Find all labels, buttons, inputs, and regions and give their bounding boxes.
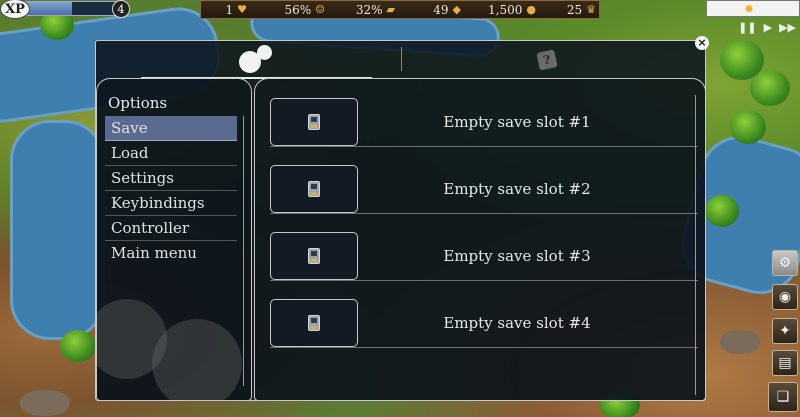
save-slot-label: Empty save slot #1 [443,112,591,131]
river [10,120,105,340]
options-menu: Options Save Load Settings Keybindings C… [96,78,252,401]
decorative-gear-icon [152,319,242,400]
save-slot-icon-button[interactable] [270,298,358,347]
menu-list: Save Load Settings Keybindings Controlle… [105,116,237,266]
rock [720,330,760,354]
fire-icon: ✦ [779,323,791,339]
scroll-icon: ▤ [778,355,792,371]
fire-button[interactable]: ✦ [772,318,798,344]
tree [750,70,790,106]
save-slots-panel: Empty save slot #1 Empty save slot #2 Em… [254,78,706,401]
world-icon: ◉ [778,289,792,305]
floppy-disk-icon [308,247,320,264]
menu-item-settings[interactable]: Settings [105,166,237,191]
day-time-indicator: ✹ [706,0,800,17]
map-gear-icon: ⚙ [778,255,792,271]
save-slot-icon-button[interactable] [270,164,358,213]
sun-icon: ✹ [744,2,755,16]
tree [730,110,766,144]
play-icon[interactable]: ▶ [764,21,772,34]
resource-crowns[interactable]: 25 ♛ [536,1,596,18]
book-button[interactable]: ❏ [768,382,798,412]
resource-food[interactable]: 32% ▰ [325,1,395,18]
scroll-button[interactable]: ▤ [772,350,798,376]
gold-icon: ● [526,3,536,16]
save-slot-label: Empty save slot #3 [443,246,591,265]
save-slot-label: Empty save slot #4 [443,313,591,332]
fast-forward-icon[interactable]: ▶▶ [779,21,796,34]
menu-item-save[interactable]: Save [105,116,237,141]
resource-value: 32% [355,2,383,17]
resource-value: 1 [225,2,234,17]
menu-item-controller[interactable]: Controller [105,216,237,241]
save-slot[interactable]: Empty save slot #1 [270,97,698,147]
xp-label: XP [0,0,30,19]
resource-value: 25 [566,2,583,17]
time-controls: ❚❚ ▶ ▶▶ [738,21,796,34]
menu-item-keybindings[interactable]: Keybindings [105,191,237,216]
tab-help[interactable]: ? [402,41,692,79]
close-icon: × [697,36,707,49]
xp-indicator[interactable]: XP 4 [0,0,132,19]
happiness-icon: ☺ [315,3,325,16]
resource-supplies[interactable]: 49 ◆ [395,1,461,18]
save-slot[interactable]: Empty save slot #3 [270,231,698,281]
options-dialog: ? Options Save Load Settings Keybindings… [95,40,706,401]
save-slot-label: Empty save slot #2 [443,179,591,198]
resource-population[interactable]: 1 ♥ [201,1,247,18]
floppy-disk-icon [308,113,320,130]
menu-title: Options [108,94,168,112]
resource-value: 1,500 [488,2,523,17]
rock [20,390,70,416]
save-slot-icon-button[interactable] [270,231,358,280]
resource-gold[interactable]: 1,500 ● [461,1,536,18]
floppy-disk-icon [308,180,320,197]
slots-scrollbar[interactable] [695,95,696,395]
menu-scrollbar[interactable] [243,116,244,386]
map-gear-button[interactable]: ⚙ [772,250,798,276]
floppy-disk-icon [308,314,320,331]
help-scroll-icon: ? [536,49,558,71]
world-button[interactable]: ◉ [772,284,798,310]
save-slot-icon-button[interactable] [270,97,358,146]
dialog-tabs: ? [96,41,705,79]
save-slot[interactable]: Empty save slot #2 [270,164,698,214]
resource-value: 49 [433,2,449,17]
resource-bar: 1 ♥ 56% ☺ 32% ▰ 49 ◆ 1,500 ● 25 ♛ [200,0,600,19]
xp-progress-bar [20,1,120,16]
gears-icon [237,45,277,73]
menu-item-load[interactable]: Load [105,141,237,166]
book-icon: ❏ [776,389,790,405]
tab-settings[interactable] [141,41,372,79]
crown-icon: ♛ [586,3,596,16]
menu-item-main-menu[interactable]: Main menu [105,241,237,266]
tree [60,330,96,362]
close-button[interactable]: × [695,36,709,50]
resource-value: 56% [284,2,312,17]
level-badge: 4 [112,0,130,18]
supplies-icon: ◆ [452,3,461,16]
food-icon: ▰ [386,3,395,16]
tree [705,195,739,227]
population-icon: ♥ [237,3,247,16]
save-slot[interactable]: Empty save slot #4 [270,298,698,348]
resource-happiness[interactable]: 56% ☺ [247,1,325,18]
pause-icon[interactable]: ❚❚ [738,21,756,34]
